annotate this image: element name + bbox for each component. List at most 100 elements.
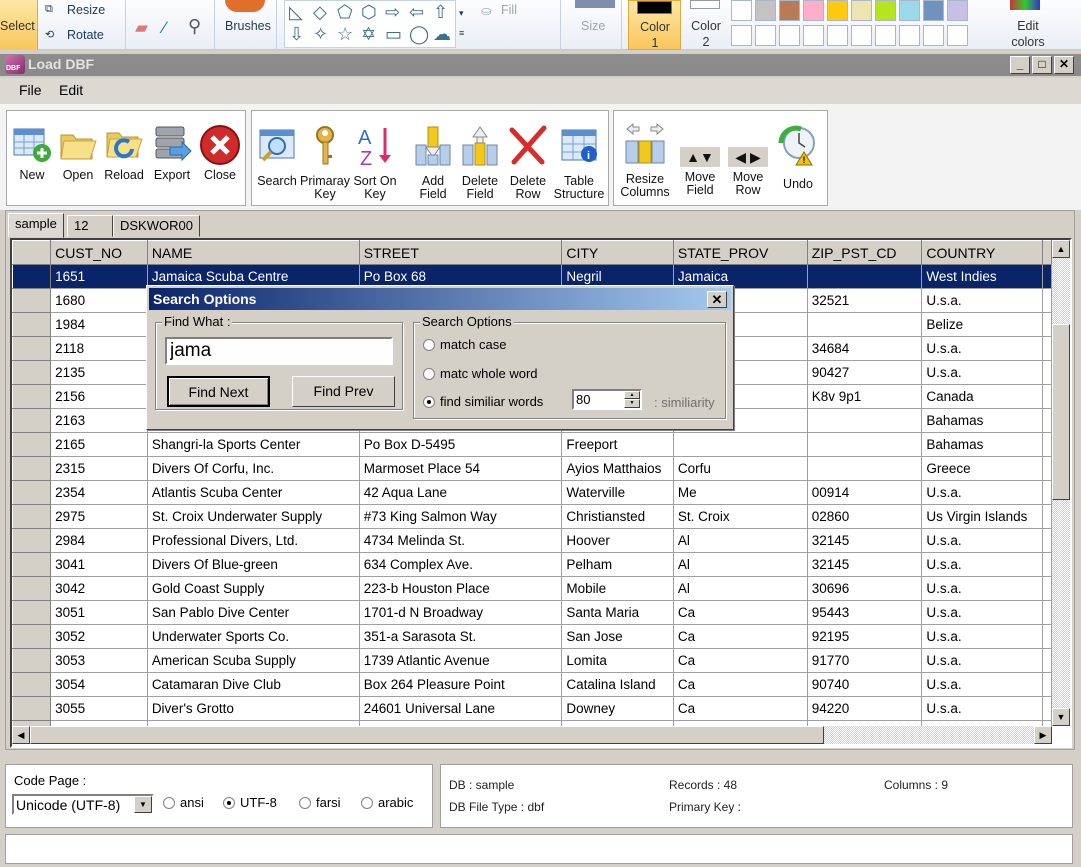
palette-color-3[interactable] xyxy=(779,0,800,21)
cell-zip-pst-cd[interactable] xyxy=(807,456,923,481)
cell-country[interactable]: Bahamas xyxy=(921,408,1043,433)
cell-country[interactable]: Belize xyxy=(921,312,1043,337)
match-case-radio[interactable] xyxy=(423,339,435,351)
cell-street[interactable]: Po Box D-5495 xyxy=(359,432,563,457)
table-row[interactable]: 2984 Professional Divers, Ltd. 4734 Melind… xyxy=(12,528,1052,553)
row-header[interactable] xyxy=(12,480,52,505)
row-header[interactable] xyxy=(12,288,52,313)
utf8-radio[interactable] xyxy=(223,797,235,809)
scroll-left-button[interactable]: ◀ xyxy=(12,726,30,744)
row-header[interactable] xyxy=(12,696,52,721)
table-structure-button[interactable]: i Table Structure xyxy=(552,125,606,201)
cell-name[interactable]: San Pablo Dive Center xyxy=(147,600,360,625)
move-field-button[interactable]: ▲▼ Move Field xyxy=(677,123,723,197)
cell-country[interactable]: U.s.a. xyxy=(921,624,1043,649)
palette-empty-slot[interactable] xyxy=(803,25,824,46)
column-header-cust-no[interactable]: CUST_NO xyxy=(50,240,148,265)
match-whole-word-radio[interactable] xyxy=(423,368,435,380)
palette-color-9[interactable] xyxy=(923,0,944,21)
table-row[interactable]: 3042 Gold Coast Supply 223-b Houston Place… xyxy=(12,576,1052,601)
cell-zip-pst-cd[interactable]: 30696 xyxy=(807,576,923,601)
cell-state-prov[interactable]: Al xyxy=(673,576,808,601)
search-button[interactable]: Search xyxy=(254,125,300,197)
horizontal-scrollbar[interactable]: ◀ ▶ xyxy=(12,726,1052,744)
palette-color-10[interactable] xyxy=(947,0,968,21)
cell-city[interactable]: Ayios Matthaios xyxy=(561,456,674,481)
cell-country[interactable]: U.s.a. xyxy=(921,288,1043,313)
find-what-input[interactable] xyxy=(165,337,393,365)
cell-cust-no[interactable]: 3041 xyxy=(50,552,148,577)
cell-state-prov[interactable]: Ca xyxy=(673,624,808,649)
cell-cust-no[interactable]: 1984 xyxy=(50,312,148,337)
cell-country[interactable]: U.s.a. xyxy=(921,480,1043,505)
palette-empty-slot[interactable] xyxy=(947,25,968,46)
palette-empty-slot[interactable] xyxy=(827,25,848,46)
scroll-down-button[interactable]: ▼ xyxy=(1052,708,1070,726)
cell-state-prov[interactable]: Al xyxy=(673,552,808,577)
dialog-title-bar[interactable]: Search Options ✕ xyxy=(149,288,731,310)
table-row[interactable]: 2975 St. Croix Underwater Supply #73 King … xyxy=(12,504,1052,529)
cell-zip-pst-cd[interactable] xyxy=(807,432,923,457)
similarity-spinner[interactable]: 80 ▲ ▼ xyxy=(572,389,642,410)
cell-cust-no[interactable]: 2135 xyxy=(50,360,148,385)
move-row-button[interactable]: ◀ ▶ Move Row xyxy=(725,123,771,197)
brushes-button[interactable]: Brushes xyxy=(225,19,271,33)
cell-cust-no[interactable]: 2118 xyxy=(50,336,148,361)
cell-cust-no[interactable]: 2165 xyxy=(50,432,148,457)
cell-city[interactable]: Downey xyxy=(561,696,674,721)
row-header[interactable] xyxy=(12,408,52,433)
cell-zip-pst-cd[interactable]: K8v 9p1 xyxy=(807,384,923,409)
palette-color-5[interactable] xyxy=(827,0,848,21)
cell-state-prov[interactable]: Ca xyxy=(673,600,808,625)
cell-city[interactable]: Waterville xyxy=(561,480,674,505)
cell-cust-no[interactable]: 3054 xyxy=(50,672,148,697)
shapes-expand-icon[interactable]: ≡ xyxy=(459,28,464,38)
fill-button[interactable]: Fill xyxy=(501,3,517,17)
rotate-button[interactable]: Rotate xyxy=(67,28,104,42)
tab-sample[interactable]: sample xyxy=(8,213,64,238)
cell-country[interactable]: U.s.a. xyxy=(921,600,1043,625)
cell-zip-pst-cd[interactable]: 90427 xyxy=(807,360,923,385)
size-button[interactable]: Size xyxy=(581,19,605,33)
cell-name[interactable]: Shangri-la Sports Center xyxy=(147,432,360,457)
spinner-down-button[interactable]: ▼ xyxy=(624,399,640,408)
cell-street[interactable]: 223-b Houston Place xyxy=(359,576,563,601)
minimize-button[interactable]: _ xyxy=(1010,56,1030,74)
column-header-zip-pst-cd[interactable]: ZIP_PST_CD xyxy=(806,240,923,265)
column-header-country[interactable]: COUNTRY xyxy=(921,240,1043,265)
menu-edit[interactable]: Edit xyxy=(59,82,83,98)
edit-colors-button[interactable]: Edit colors xyxy=(1008,18,1048,50)
find-similar-words-radio[interactable] xyxy=(423,396,435,408)
sort-on-key-button[interactable]: AZ Sort On Key xyxy=(350,125,400,201)
row-header[interactable] xyxy=(12,648,52,673)
palette-empty-slot[interactable] xyxy=(875,25,896,46)
cell-zip-pst-cd[interactable]: 94220 xyxy=(807,696,923,721)
cell-country[interactable]: U.s.a. xyxy=(921,576,1043,601)
palette-empty-slot[interactable] xyxy=(851,25,872,46)
cell-name[interactable]: American Scuba Supply xyxy=(147,648,360,673)
cell-cust-no[interactable]: 2156 xyxy=(50,384,148,409)
palette-empty-slot[interactable] xyxy=(755,25,776,46)
cell-city[interactable]: Catalina Island xyxy=(561,672,674,697)
row-header[interactable] xyxy=(12,264,52,289)
cell-name[interactable]: Gold Coast Supply xyxy=(147,576,360,601)
cell-country[interactable]: U.s.a. xyxy=(921,696,1043,721)
tab-dskwor00[interactable]: DSKWOR00 xyxy=(113,215,200,237)
palette-color-7[interactable] xyxy=(875,0,896,21)
row-header[interactable] xyxy=(12,312,52,337)
cell-country[interactable]: Us Virgin Islands xyxy=(921,504,1043,529)
column-header-name[interactable]: NAME xyxy=(146,240,360,265)
vertical-scroll-thumb[interactable] xyxy=(1052,324,1070,500)
table-row[interactable]: 3053 American Scuba Supply 1739 Atlantic A… xyxy=(12,648,1052,673)
cell-street[interactable]: Box 264 Pleasure Point xyxy=(359,672,563,697)
cell-street[interactable]: 4734 Melinda St. xyxy=(359,528,563,553)
cell-cust-no[interactable]: 3051 xyxy=(50,600,148,625)
cell-cust-no[interactable]: 2984 xyxy=(50,528,148,553)
menu-file[interactable]: File xyxy=(19,82,42,98)
dialog-close-button[interactable]: ✕ xyxy=(707,291,727,308)
row-header[interactable] xyxy=(12,552,52,577)
palette-color-2[interactable] xyxy=(755,0,776,21)
cell-country[interactable]: West Indies xyxy=(921,264,1043,289)
open-button[interactable]: Open xyxy=(55,125,101,185)
column-header-state-prov[interactable]: STATE_PROV xyxy=(672,240,808,265)
